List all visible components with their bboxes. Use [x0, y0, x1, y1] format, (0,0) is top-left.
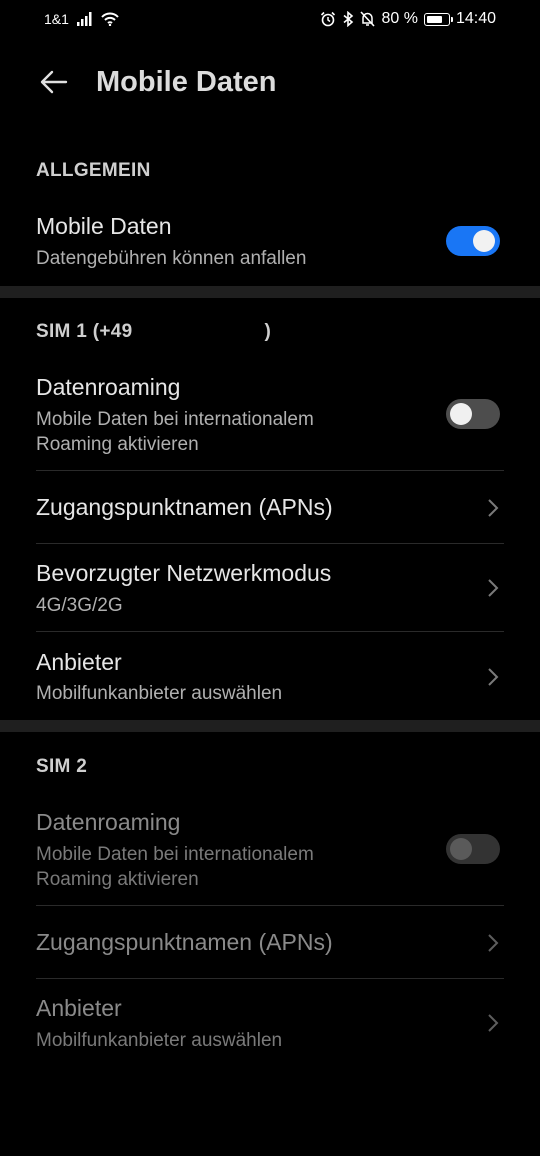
- mobile-data-subtitle: Datengebühren können anfallen: [36, 248, 307, 269]
- sim2-roaming-row[interactable]: Datenroaming Mobile Daten bei internatio…: [0, 803, 540, 903]
- sim1-provider-title: Anbieter: [36, 649, 122, 675]
- chevron-right-icon: [488, 579, 499, 597]
- divider: [36, 470, 504, 471]
- sim2-roaming-subtitle-1: Mobile Daten bei internationalem: [36, 844, 314, 865]
- app-bar: Mobile Daten: [0, 48, 540, 120]
- sim2-roaming-title: Datenroaming: [36, 809, 181, 835]
- mobile-data-title: Mobile Daten: [36, 213, 172, 239]
- battery-icon: [423, 12, 453, 26]
- divider: [36, 905, 504, 906]
- sim1-roaming-title: Datenroaming: [36, 374, 181, 400]
- mobile-data-toggle[interactable]: [446, 226, 500, 256]
- sim2-roaming-toggle[interactable]: [446, 834, 500, 864]
- sim1-heading-end: ): [264, 321, 272, 342]
- chevron-right-icon: [488, 499, 499, 517]
- sim1-heading: SIM 1 (+49: [36, 321, 133, 342]
- sim1-network-mode-title: Bevorzugter Netzwerkmodus: [36, 560, 332, 586]
- sim1-network-mode-row[interactable]: Bevorzugter Netzwerkmodus 4G/3G/2G: [0, 545, 540, 631]
- status-left: 1&1: [44, 11, 119, 27]
- sim2-provider-row[interactable]: Anbieter Mobilfunkanbieter auswählen: [0, 980, 540, 1066]
- divider: [36, 978, 504, 979]
- chevron-right-icon: [488, 934, 499, 952]
- chevron-right-icon: [488, 1014, 499, 1032]
- sim1-roaming-row[interactable]: Datenroaming Mobile Daten bei internatio…: [0, 368, 540, 468]
- sim2-roaming-subtitle-2: Roaming aktivieren: [36, 869, 199, 890]
- sim1-network-mode-value: 4G/3G/2G: [36, 595, 123, 616]
- sim1-provider-subtitle: Mobilfunkanbieter auswählen: [36, 683, 283, 704]
- section-header-general: ALLGEMEIN: [36, 160, 151, 181]
- chevron-right-icon: [488, 668, 499, 686]
- section-header-sim2: SIM 2: [36, 756, 88, 777]
- status-bar: 1&1 80 % 14:40: [0, 0, 540, 40]
- sim1-provider-row[interactable]: Anbieter Mobilfunkanbieter auswählen: [0, 633, 540, 719]
- sim2-apn-title: Zugangspunktnamen (APNs): [36, 929, 333, 955]
- wifi-icon: [101, 12, 119, 26]
- page-title: Mobile Daten: [96, 66, 277, 98]
- sim1-roaming-subtitle-1: Mobile Daten bei internationalem: [36, 409, 314, 430]
- divider: [36, 543, 504, 544]
- carrier-label: 1&1: [44, 11, 69, 27]
- signal-icon: [76, 12, 92, 26]
- sim1-apn-title: Zugangspunktnamen (APNs): [36, 494, 333, 520]
- clock: 14:40: [455, 10, 496, 27]
- sim1-apn-row[interactable]: Zugangspunktnamen (APNs): [0, 472, 540, 542]
- sim2-apn-row[interactable]: Zugangspunktnamen (APNs): [0, 907, 540, 977]
- sim2-provider-title: Anbieter: [36, 995, 122, 1021]
- sim1-roaming-subtitle-2: Roaming aktivieren: [36, 434, 199, 455]
- mobile-data-row[interactable]: Mobile Daten Datengebühren können anfall…: [0, 206, 540, 282]
- sim2-provider-subtitle: Mobilfunkanbieter auswählen: [36, 1030, 283, 1051]
- status-right: 80 % 14:40: [320, 10, 496, 28]
- mute-bell-icon: [360, 11, 376, 27]
- divider: [36, 631, 504, 632]
- section-header-sim1: SIM 1 (+49): [36, 321, 271, 343]
- battery-percent: 80 %: [381, 10, 418, 27]
- section-separator: [0, 720, 540, 732]
- section-separator: [0, 286, 540, 298]
- bluetooth-icon: [343, 11, 354, 27]
- back-arrow-icon[interactable]: [38, 66, 70, 98]
- sim1-roaming-toggle[interactable]: [446, 399, 500, 429]
- alarm-icon: [321, 11, 336, 27]
